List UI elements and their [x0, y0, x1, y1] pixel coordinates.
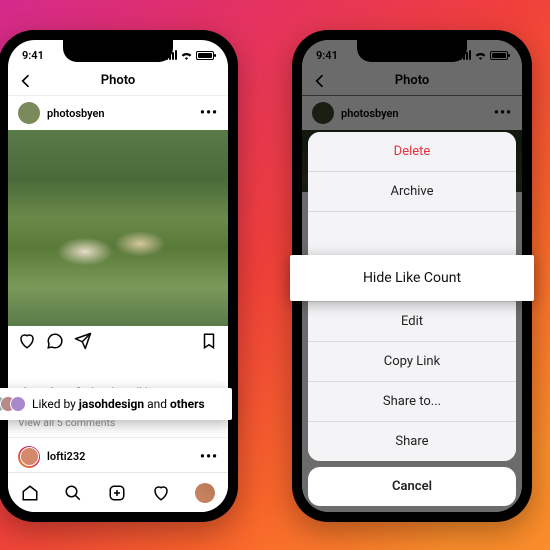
activity-icon[interactable]: [152, 484, 170, 502]
home-icon[interactable]: [21, 484, 39, 502]
battery-icon: [196, 51, 214, 60]
tab-bar: [8, 472, 228, 512]
back-button[interactable]: [18, 73, 34, 89]
like-icon[interactable]: [18, 332, 36, 350]
phone-right: 9:41 Photo photosbyen •••: [292, 30, 532, 522]
sheet-cancel[interactable]: Cancel: [308, 467, 516, 506]
status-indicators: [166, 50, 214, 60]
status-time: 9:41: [22, 49, 44, 62]
sheet-edit[interactable]: Edit: [308, 302, 516, 342]
author-username[interactable]: photosbyen: [47, 107, 193, 120]
page-title: Photo: [101, 73, 136, 88]
notch: [357, 40, 467, 62]
wifi-icon: [180, 50, 193, 60]
sheet-share-to[interactable]: Share to...: [308, 382, 516, 422]
post-image[interactable]: [8, 130, 228, 326]
sheet-archive[interactable]: Archive: [308, 172, 516, 212]
hide-like-count-callout[interactable]: Hide Like Count: [290, 255, 534, 301]
comment-icon[interactable]: [46, 332, 64, 350]
post-actions: [8, 326, 228, 352]
nav-header: Photo: [8, 66, 228, 96]
create-icon[interactable]: [108, 484, 126, 502]
post-header: photosbyen •••: [8, 96, 228, 130]
author-avatar[interactable]: [18, 102, 40, 124]
post-options-button[interactable]: •••: [200, 105, 218, 121]
share-icon[interactable]: [74, 332, 92, 350]
next-author-avatar[interactable]: [18, 446, 40, 468]
sheet-copy-link[interactable]: Copy Link: [308, 342, 516, 382]
chevron-left-icon: [18, 73, 34, 89]
liked-by-avatars: [0, 396, 26, 412]
next-post-header: lofti232 •••: [8, 437, 228, 468]
bookmark-icon[interactable]: [200, 332, 218, 350]
phone-left: 9:41 Photo photosbyen •••: [0, 30, 238, 522]
profile-tab[interactable]: [195, 483, 215, 503]
next-post-options[interactable]: •••: [200, 449, 218, 465]
liked-by-callout[interactable]: Liked by jasohdesign and others: [0, 388, 232, 420]
search-icon[interactable]: [64, 484, 82, 502]
action-sheet: Delete Archive . Turn Off Commenting Edi…: [308, 132, 516, 506]
screen-left: 9:41 Photo photosbyen •••: [8, 40, 228, 512]
notch: [63, 40, 173, 62]
next-author-username[interactable]: lofti232: [47, 450, 193, 463]
liked-by-text: Liked by jasohdesign and others: [32, 397, 205, 411]
sheet-delete[interactable]: Delete: [308, 132, 516, 172]
sheet-share[interactable]: Share: [308, 422, 516, 461]
